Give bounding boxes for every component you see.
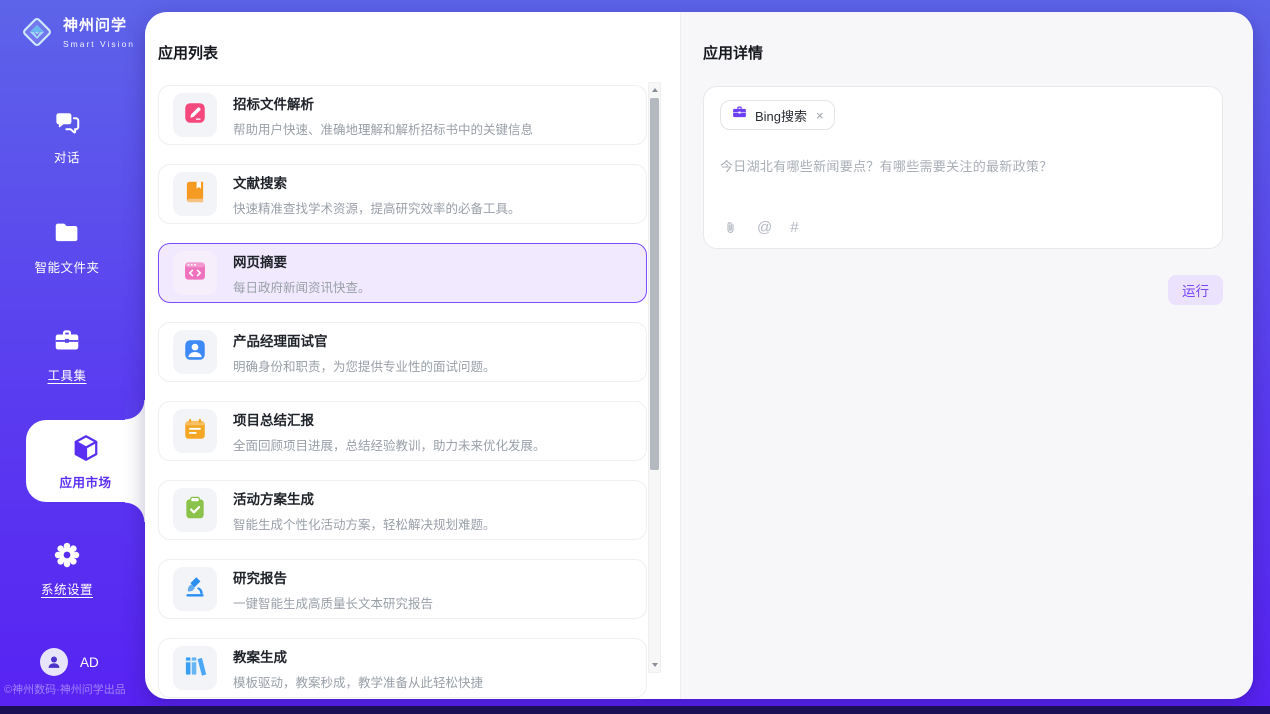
brand: 神州问学 Smart Vision xyxy=(18,13,135,56)
app-card-title: 招标文件解析 xyxy=(233,93,533,113)
app-card-desc: 明确身份和职责，为您提供专业性的面试问题。 xyxy=(233,356,496,375)
app-list-title: 应用列表 xyxy=(158,42,218,63)
app-icon-tile xyxy=(173,330,217,374)
app-icon-tile xyxy=(173,646,217,690)
briefcase-icon xyxy=(731,104,748,126)
hash-icon[interactable]: # xyxy=(790,219,798,236)
research-icon xyxy=(182,574,208,605)
app-card-title: 文献搜索 xyxy=(233,172,521,192)
chat-icon xyxy=(52,108,82,138)
app-card[interactable]: 项目总结汇报 全面回顾项目进展，总结经验教训，助力未来优化发展。 xyxy=(158,401,647,461)
app-icon-tile xyxy=(173,251,217,295)
gear-icon xyxy=(52,540,82,570)
input-toolbar: @# xyxy=(722,219,799,236)
app-card[interactable]: 招标文件解析 帮助用户快速、准确地理解和解析招标书中的关键信息 xyxy=(158,85,647,145)
main-content-card: 应用列表 招标文件解析 帮助用户快速、准确地理解和解析招标书中的关键信息 文献搜… xyxy=(145,12,1253,699)
avatar xyxy=(40,648,68,676)
app-card-desc: 每日政府新闻资讯快查。 xyxy=(233,277,371,296)
app-card-desc: 智能生成个性化活动方案，轻松解决规划难题。 xyxy=(233,514,496,533)
chip-close-icon[interactable]: × xyxy=(816,108,824,123)
book-icon xyxy=(182,179,208,210)
app-card[interactable]: 产品经理面试官 明确身份和职责，为您提供专业性的面试问题。 xyxy=(158,322,647,382)
interviewer-icon xyxy=(182,337,208,368)
app-card[interactable]: 文献搜索 快速精准查找学术资源，提高研究效率的必备工具。 xyxy=(158,164,647,224)
folder-icon xyxy=(52,218,82,248)
brand-name: 神州问学 xyxy=(63,17,135,34)
app-card-desc: 一键智能生成高质量长文本研究报告 xyxy=(233,593,433,612)
bid-doc-icon xyxy=(182,100,208,131)
books-icon xyxy=(182,653,208,684)
app-list-panel: 应用列表 招标文件解析 帮助用户快速、准确地理解和解析招标书中的关键信息 文献搜… xyxy=(145,12,680,699)
sidebar-item-smart-folder[interactable]: 智能文件夹 xyxy=(0,218,134,276)
calendar-report-icon xyxy=(182,416,208,447)
app-detail-title: 应用详情 xyxy=(703,42,1223,63)
at-icon[interactable]: @ xyxy=(757,219,772,236)
app-card-desc: 全面回顾项目进展，总结经验教训，助力未来优化发展。 xyxy=(233,435,546,454)
copyright-footer: ©神州数码·神州问学出品 xyxy=(4,681,126,697)
app-card-title: 项目总结汇报 xyxy=(233,409,546,429)
app-card-desc: 快速精准查找学术资源，提高研究效率的必备工具。 xyxy=(233,198,521,217)
paperclip-icon[interactable] xyxy=(722,219,739,236)
app-card-title: 教案生成 xyxy=(233,646,483,666)
scrollbar-thumb[interactable] xyxy=(650,98,659,470)
app-card-title: 产品经理面试官 xyxy=(233,330,496,350)
query-text[interactable]: 今日湖北有哪些新闻要点？有哪些需要关注的最新政策？ xyxy=(720,156,1206,175)
sidebar-item-app-market[interactable]: 应用市场 xyxy=(26,420,145,502)
scroll-up-icon[interactable] xyxy=(649,84,660,96)
app-card[interactable]: 研究报告 一键智能生成高质量长文本研究报告 xyxy=(158,559,647,619)
app-icon-tile xyxy=(173,488,217,532)
app-detail-panel: 应用详情 Bing搜索 × 今日湖北有哪些新闻要点？有哪些需要关注的最新政策？ … xyxy=(680,12,1253,699)
clipboard-check-icon xyxy=(182,495,208,526)
page-background: { "colors": { "accent": "#5b2ff2", "side… xyxy=(0,0,1270,714)
app-card-desc: 帮助用户快速、准确地理解和解析招标书中的关键信息 xyxy=(233,119,533,138)
sidebar: 神州问学 Smart Vision 对话 智能文件夹 工具集 应用市场 xyxy=(0,0,145,714)
toolbox-icon xyxy=(52,326,82,356)
sidebar-item-toolset[interactable]: 工具集 xyxy=(0,326,134,384)
list-scrollbar[interactable] xyxy=(648,82,661,673)
sidebar-item-chat[interactable]: 对话 xyxy=(0,108,134,166)
brand-logo-diamond-icon xyxy=(18,13,56,56)
cube-icon xyxy=(71,433,101,463)
user-name: AD xyxy=(80,655,99,670)
run-button[interactable]: 运行 xyxy=(1168,275,1223,305)
app-card-desc: 模板驱动，教案秒成，教学准备从此轻松快捷 xyxy=(233,672,483,691)
query-input-area[interactable]: Bing搜索 × 今日湖北有哪些新闻要点？有哪些需要关注的最新政策？ @# xyxy=(703,86,1223,249)
tool-chip-label: Bing搜索 xyxy=(755,106,807,125)
app-icon-tile xyxy=(173,172,217,216)
scroll-down-icon[interactable] xyxy=(649,659,660,671)
tool-chip-bing-search[interactable]: Bing搜索 × xyxy=(720,100,835,130)
app-icon-tile xyxy=(173,409,217,453)
person-icon xyxy=(45,653,63,671)
app-card-title: 研究报告 xyxy=(233,567,433,587)
brand-subtitle: Smart Vision xyxy=(63,39,135,49)
sidebar-item-settings[interactable]: 系统设置 xyxy=(0,540,134,598)
app-card[interactable]: 教案生成 模板驱动，教案秒成，教学准备从此轻松快捷 xyxy=(158,638,647,698)
user-account[interactable]: AD xyxy=(40,648,99,676)
app-card-title: 网页摘要 xyxy=(233,251,371,271)
app-card[interactable]: 网页摘要 每日政府新闻资讯快查。 xyxy=(158,243,647,303)
app-icon-tile xyxy=(173,93,217,137)
app-card-list: 招标文件解析 帮助用户快速、准确地理解和解析招标书中的关键信息 文献搜索 快速精… xyxy=(158,85,647,699)
app-card[interactable]: 活动方案生成 智能生成个性化活动方案，轻松解决规划难题。 xyxy=(158,480,647,540)
app-card-title: 活动方案生成 xyxy=(233,488,496,508)
browser-code-icon xyxy=(182,258,208,289)
bottom-frame-strip xyxy=(0,706,1270,714)
app-icon-tile xyxy=(173,567,217,611)
